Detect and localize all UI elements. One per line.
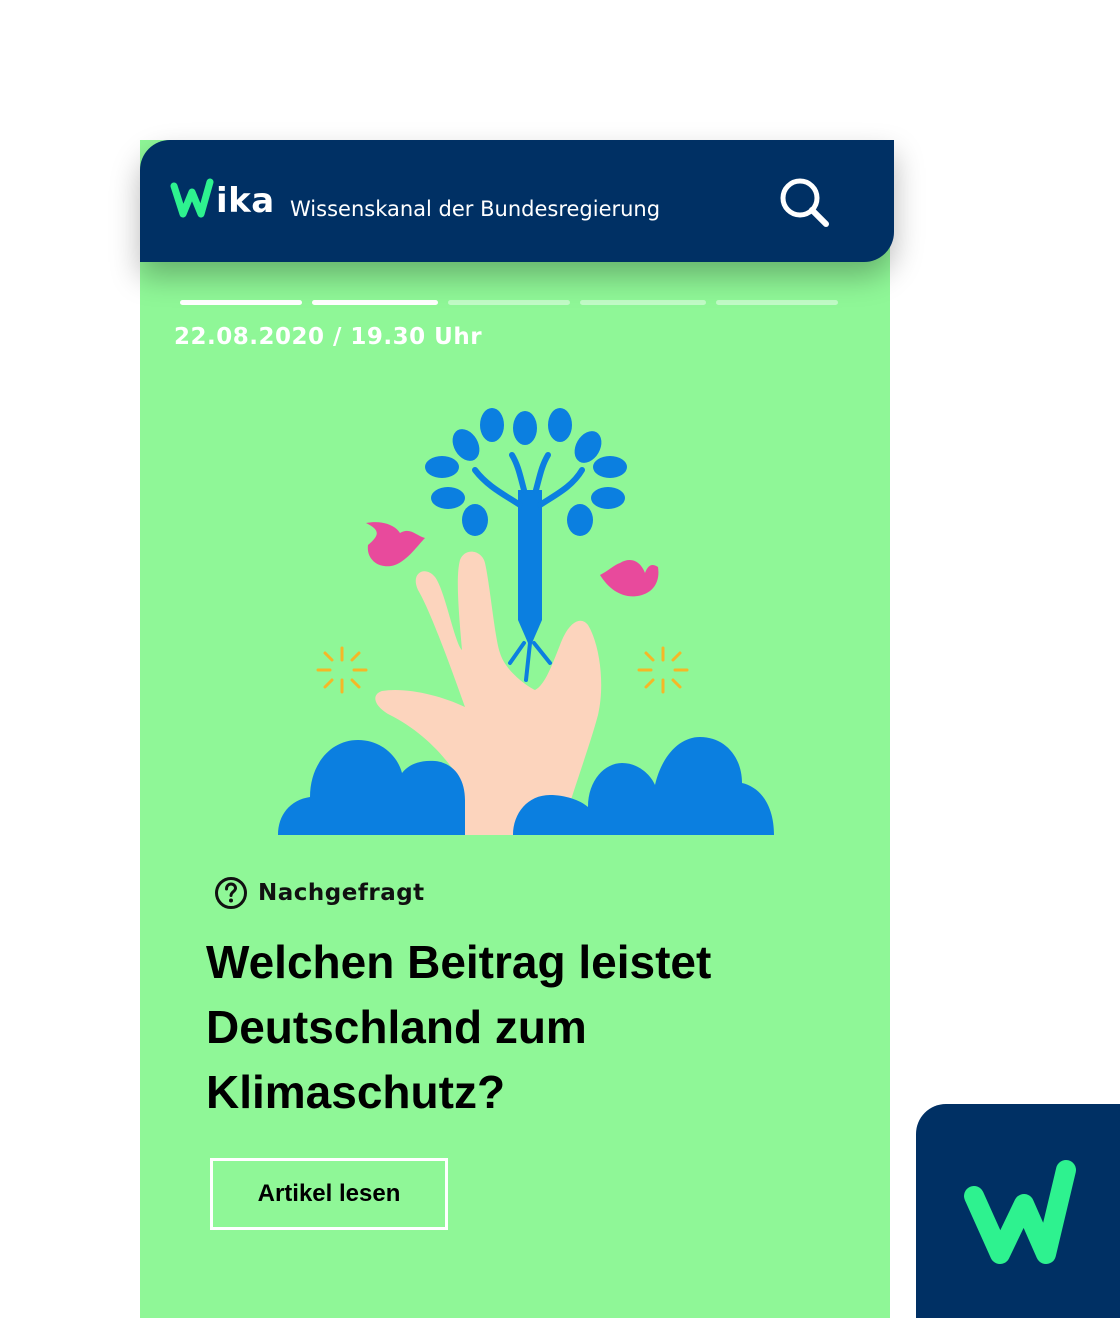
progress-segment [448,300,570,305]
story-progress-bar [180,300,838,305]
progress-segment [580,300,706,305]
wika-app-icon [916,1104,1120,1318]
wika-w-logo-icon [964,1160,1076,1264]
search-icon [780,178,829,227]
progress-segment [716,300,838,305]
hand-holding-tree-illustration [278,408,774,835]
logo-text: ika [216,181,275,221]
category-label: Nachgefragt [258,880,425,906]
wika-logo[interactable]: ika [170,170,275,220]
read-article-button[interactable]: Artikel lesen [210,1158,448,1230]
search-button[interactable] [776,174,832,230]
progress-segment-done [180,300,302,305]
header-tagline: Wissenskanal der Bundesregierung [290,197,661,221]
wika-w-logo-icon [170,178,214,218]
progress-segment-done [312,300,438,305]
story-headline: Welchen Beitrag leistet Deutschland zum … [206,936,712,1118]
question-circle-icon [215,877,247,909]
story-date: 22.08.2020 / 19.30 Uhr [174,324,483,350]
app-header: ika Wissenskanal der Bundesregierung [140,140,894,262]
category-tag: Nachgefragt [214,876,425,910]
